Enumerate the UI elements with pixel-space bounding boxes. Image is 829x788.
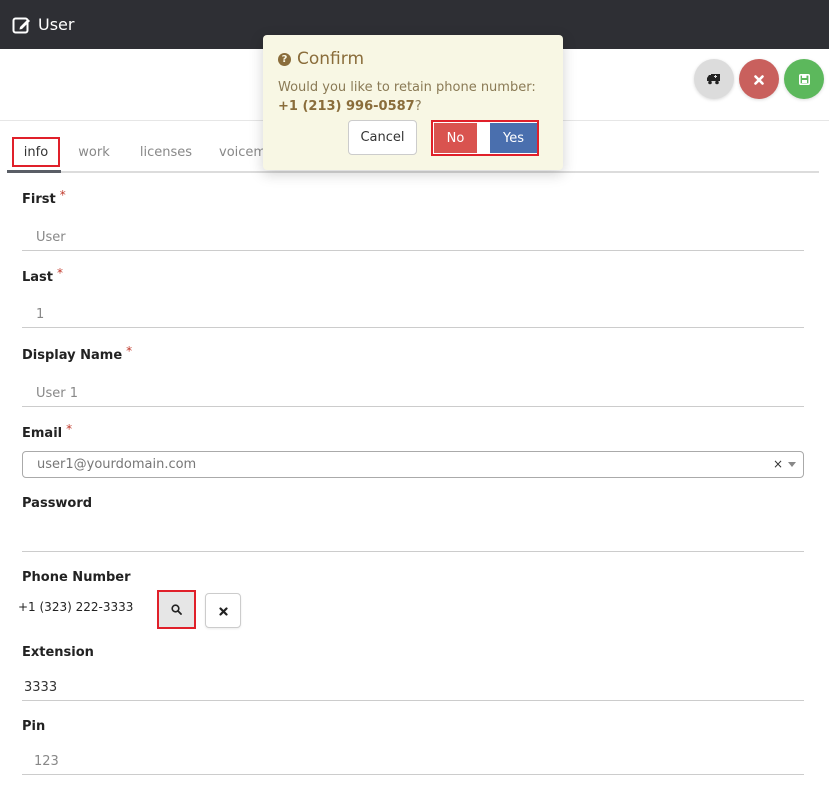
confirm-yes-button[interactable]: Yes: [490, 123, 537, 153]
display-name-label: Display Name *: [22, 344, 132, 363]
confirm-phone-number: +1 (213) 996-0587: [278, 99, 415, 114]
truck-icon: [707, 70, 721, 89]
required-marker: *: [126, 344, 133, 358]
required-marker: *: [66, 422, 73, 436]
cancel-edit-button[interactable]: [739, 59, 779, 99]
password-label: Password: [22, 496, 93, 511]
extension-label: Extension: [22, 645, 94, 660]
confirm-no-button[interactable]: No: [434, 123, 477, 153]
email-label: Email *: [22, 422, 72, 441]
confirm-message: Would you like to retain phone number: +…: [278, 78, 558, 116]
confirm-popover: ? Confirm Would you like to retain phone…: [263, 35, 563, 170]
confirm-message-text: Would you like to retain phone number:: [278, 80, 536, 95]
required-marker: *: [57, 266, 64, 280]
extension-input[interactable]: [22, 675, 804, 701]
page-title: User: [38, 15, 75, 34]
dropdown-arrow-icon[interactable]: [788, 462, 796, 467]
first-label: First *: [22, 188, 66, 207]
transfer-button[interactable]: [694, 59, 734, 99]
confirm-suffix: ?: [414, 99, 422, 114]
tab-licenses[interactable]: licenses: [137, 137, 195, 167]
phone-number-value: +1 (323) 222-3333: [18, 600, 134, 614]
required-marker: *: [59, 188, 66, 202]
password-input[interactable]: [22, 526, 804, 552]
close-icon: [754, 70, 764, 89]
phone-number-label: Phone Number: [22, 570, 131, 585]
yes-no-button-group: No Yes: [431, 120, 539, 156]
first-input[interactable]: [22, 225, 804, 251]
tab-info[interactable]: info: [12, 137, 60, 167]
confirm-cancel-button[interactable]: Cancel: [348, 120, 417, 155]
display-name-input[interactable]: [22, 381, 804, 407]
search-phone-button[interactable]: [157, 590, 196, 629]
pin-input[interactable]: [22, 749, 804, 775]
confirm-title-text: Confirm: [297, 49, 365, 69]
last-label-text: Last: [22, 270, 54, 285]
confirm-title: ? Confirm: [278, 49, 364, 69]
last-label: Last *: [22, 266, 63, 285]
save-button[interactable]: [784, 59, 824, 99]
email-label-text: Email: [22, 426, 63, 441]
last-input[interactable]: [22, 302, 804, 328]
email-select[interactable]: user1@yourdomain.com ×: [22, 451, 804, 478]
close-icon: [218, 601, 228, 620]
clear-phone-button[interactable]: [205, 593, 241, 628]
display-name-label-text: Display Name: [22, 348, 123, 363]
save-icon: [798, 70, 810, 89]
first-label-text: First: [22, 192, 56, 207]
active-tab-indicator: [7, 170, 61, 173]
search-icon: [171, 600, 182, 619]
email-value: user1@yourdomain.com: [37, 457, 197, 472]
question-circle-icon: ?: [278, 52, 291, 66]
clear-email-icon[interactable]: ×: [773, 457, 783, 471]
tab-work[interactable]: work: [73, 137, 115, 167]
edit-icon: [12, 15, 32, 35]
pin-label: Pin: [22, 719, 46, 734]
